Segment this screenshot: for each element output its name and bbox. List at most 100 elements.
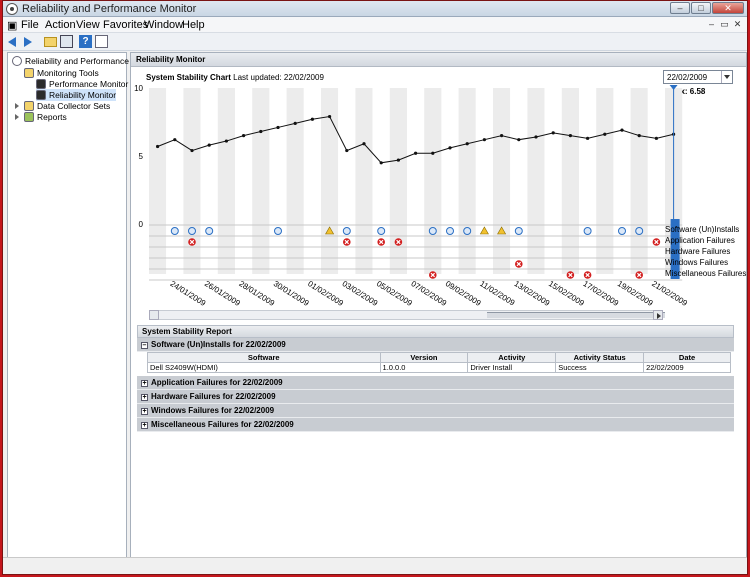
table-row[interactable]: Dell S2409W(HDMI) 1.0.0.0 Driver Install… — [147, 362, 731, 373]
forward-arrow-icon[interactable] — [24, 35, 37, 48]
app-icon — [6, 3, 18, 15]
install-info-icon — [205, 227, 214, 235]
day-column — [441, 88, 459, 274]
install-info-icon — [342, 227, 351, 235]
section-windows-failures[interactable]: + Windows Failures for 22/02/2009 — [137, 404, 734, 418]
title-bar[interactable]: Reliability and Performance Monitor – □ … — [3, 1, 747, 17]
col-activity[interactable]: Activity — [467, 352, 557, 363]
tree-item-reports[interactable]: Reports — [15, 111, 67, 123]
expand-icon[interactable]: + — [141, 422, 148, 429]
cell-version: 1.0.0.0 — [379, 362, 469, 373]
menu-window[interactable]: Window — [144, 19, 183, 31]
mdi-minimize-button[interactable]: – — [706, 19, 717, 30]
mdi-close-button[interactable]: ✕ — [732, 19, 743, 30]
back-arrow-icon[interactable] — [8, 35, 21, 48]
properties-icon[interactable] — [95, 35, 108, 48]
day-column — [183, 88, 201, 274]
day-column — [338, 88, 356, 274]
data-point — [482, 138, 486, 142]
data-point — [259, 129, 263, 134]
data-point — [362, 142, 366, 146]
scroll-right-button[interactable] — [653, 310, 663, 320]
col-date[interactable]: Date — [643, 352, 731, 363]
menu-help[interactable]: Help — [182, 19, 205, 31]
navigation-tree: Reliability and Performance Monitoring T… — [7, 52, 129, 558]
x-tick-label: 30/01/2009 — [272, 279, 311, 308]
day-column — [475, 88, 493, 274]
mdi-restore-button[interactable]: ▭ — [719, 19, 730, 30]
x-tick-label: 19/02/2009 — [616, 279, 655, 308]
install-info-icon — [514, 227, 523, 235]
install-info-icon — [170, 227, 179, 235]
date-select[interactable]: 22/02/2009 — [663, 70, 733, 84]
expand-icon[interactable]: + — [141, 394, 148, 401]
data-point — [310, 117, 314, 121]
day-column — [613, 88, 631, 274]
menu-view[interactable]: View — [76, 19, 100, 31]
day-column — [303, 88, 321, 274]
x-tick-label: 03/02/2009 — [341, 279, 380, 308]
scroll-left-button[interactable] — [149, 310, 159, 320]
close-button[interactable]: ✕ — [712, 2, 744, 14]
minimize-button[interactable]: – — [670, 2, 690, 14]
reliability-chart-icon — [36, 90, 46, 100]
data-point — [379, 161, 383, 165]
day-column — [286, 88, 304, 274]
expand-icon[interactable]: + — [141, 380, 148, 387]
data-point — [345, 148, 349, 153]
folder-icon — [24, 101, 34, 111]
show-hide-tree-icon[interactable] — [60, 35, 73, 48]
section-hardware-failures[interactable]: + Hardware Failures for 22/02/2009 — [137, 390, 734, 404]
day-column — [372, 88, 390, 274]
expand-arrow-icon[interactable] — [15, 114, 21, 120]
status-bar — [3, 557, 747, 574]
day-column — [510, 88, 528, 274]
data-point — [637, 134, 641, 138]
data-point — [620, 128, 624, 132]
day-column — [596, 88, 614, 274]
section-miscellaneous-failures[interactable]: + Miscellaneous Failures for 22/02/2009 — [137, 418, 734, 432]
scroll-thumb[interactable] — [487, 312, 665, 318]
cell-date: 22/02/2009 — [643, 362, 731, 373]
col-software[interactable]: Software — [147, 352, 381, 363]
day-column — [561, 88, 579, 274]
up-folder-icon[interactable] — [44, 37, 57, 47]
day-column — [166, 88, 184, 274]
help-icon[interactable]: ? — [79, 35, 92, 48]
legend-application-failures: Application Failures — [665, 236, 735, 245]
chart-horizontal-scrollbar[interactable] — [149, 310, 665, 320]
day-column — [579, 88, 597, 274]
col-activity-status[interactable]: Activity Status — [555, 352, 645, 363]
day-column — [647, 88, 665, 274]
toolbar: ? — [3, 33, 747, 51]
col-version[interactable]: Version — [379, 352, 469, 363]
window-title: Reliability and Performance Monitor — [22, 3, 197, 15]
expand-arrow-icon[interactable] — [15, 103, 21, 109]
section-application-failures[interactable]: + Application Failures for 22/02/2009 — [137, 376, 734, 390]
data-point — [276, 125, 280, 130]
collapse-icon[interactable]: – — [141, 342, 148, 349]
day-column — [149, 88, 167, 274]
section-software-installs[interactable]: – Software (Un)Installs for 22/02/2009 — [137, 338, 734, 352]
tree-item-root[interactable]: Reliability and Performance — [12, 55, 129, 67]
day-column — [424, 88, 442, 274]
maximize-button[interactable]: □ — [691, 2, 711, 14]
menu-action[interactable]: Action — [45, 19, 76, 31]
stability-chart-svg[interactable]: 10 5 0 24/01/200926/01/200928/01/200930/01/… — [131, 84, 748, 345]
menu-favorites[interactable]: Favorites — [103, 19, 148, 31]
day-column — [200, 88, 218, 274]
day-column — [217, 88, 235, 274]
expand-icon[interactable]: + — [141, 408, 148, 415]
menu-file[interactable]: File — [21, 19, 39, 31]
data-point — [190, 148, 194, 153]
data-point — [431, 151, 435, 155]
chevron-down-icon[interactable] — [721, 71, 732, 83]
install-info-icon — [274, 227, 282, 235]
legend-windows-failures: Windows Failures — [665, 258, 729, 267]
x-tick-label: 17/02/2009 — [581, 279, 620, 308]
y-tick-label: 10 — [134, 85, 143, 93]
stability-chart[interactable]: 10 5 0 24/01/2009 26/01/2009 28/01/2009 30/01/… — [131, 84, 748, 345]
y-tick-label: 0 — [139, 220, 144, 229]
x-tick-label: 28/01/2009 — [237, 279, 276, 308]
legend-software-installs: Software (Un)Installs — [665, 225, 740, 234]
